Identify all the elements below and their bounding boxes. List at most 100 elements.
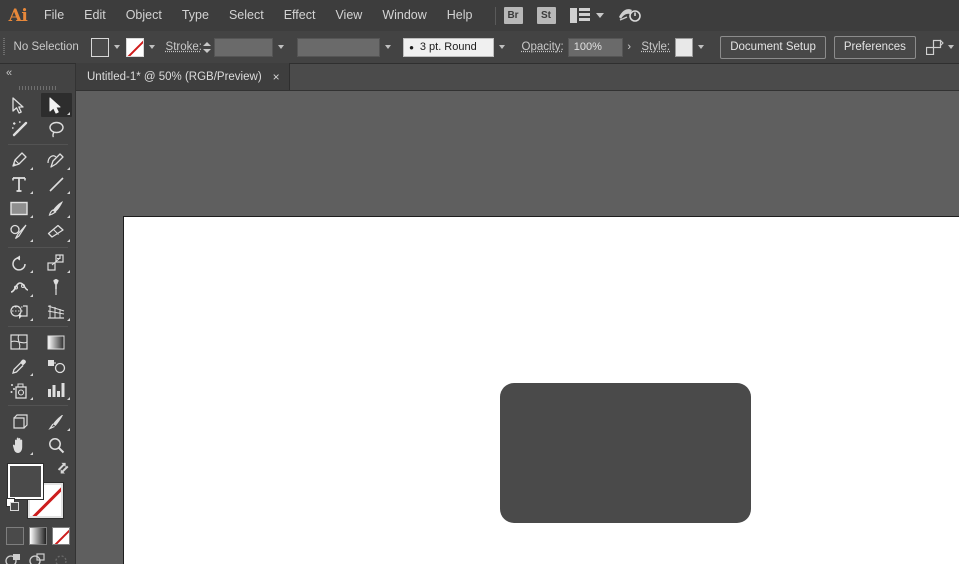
column-graph-tool[interactable] (41, 378, 72, 402)
tool-divider (0, 402, 75, 409)
symbol-sprayer-tool[interactable] (4, 378, 35, 402)
artboard[interactable] (123, 216, 959, 564)
menu-window[interactable]: Window (372, 0, 436, 31)
menu-select[interactable]: Select (219, 0, 274, 31)
tool-group-paint (0, 330, 75, 402)
eraser-tool[interactable] (41, 220, 72, 244)
brush-definition-field[interactable]: • 3 pt. Round (403, 37, 495, 57)
stroke-weight-dropdown[interactable] (273, 38, 288, 57)
slice-tool[interactable] (41, 409, 72, 433)
tool-group-indicator (66, 318, 70, 321)
curvature-tool[interactable] (41, 148, 72, 172)
menu-view[interactable]: View (325, 0, 372, 31)
stroke-profile-field[interactable] (296, 37, 381, 57)
illustrator-search-icon[interactable] (618, 6, 642, 26)
swap-fill-stroke-icon[interactable] (57, 462, 70, 480)
stroke-weight-field[interactable] (214, 37, 274, 57)
document-tab[interactable]: Untitled-1* @ 50% (RGB/Preview) × (76, 63, 290, 90)
tool-group-indicator (66, 215, 70, 218)
rectangle-tool[interactable] (4, 196, 35, 220)
control-bar-grip[interactable] (0, 31, 8, 64)
tool-group-indicator (66, 112, 70, 115)
paintbrush-tool[interactable] (41, 196, 72, 220)
double-chevron-left-icon[interactable]: « (6, 68, 12, 79)
shaper-tool[interactable] (4, 220, 35, 244)
zoom-tool[interactable] (41, 433, 72, 457)
pen-tool[interactable] (4, 148, 35, 172)
gradient-mode-button[interactable] (28, 527, 47, 545)
mesh-tool[interactable] (4, 330, 35, 354)
perspective-grid-tool[interactable] (41, 299, 72, 323)
tools-panel: « (0, 64, 76, 564)
color-mode-button[interactable] (5, 527, 24, 545)
tool-group-indicator (29, 167, 33, 170)
draw-behind-button[interactable] (28, 552, 48, 564)
menu-edit[interactable]: Edit (74, 0, 116, 31)
tool-group-indicator (29, 191, 33, 194)
fill-stroke-control (0, 461, 76, 523)
document-tab-bar: Untitled-1* @ 50% (RGB/Preview) × (76, 63, 959, 91)
tool-divider (0, 244, 75, 251)
free-transform-tool[interactable] (41, 275, 72, 299)
fill-color-indicator[interactable] (8, 464, 43, 499)
menu-type[interactable]: Type (172, 0, 219, 31)
tool-group-indicator (29, 452, 33, 455)
stroke-swatch-dropdown[interactable] (144, 38, 159, 57)
draw-mode-buttons (0, 552, 75, 564)
direct-selection-tool[interactable] (40, 93, 72, 117)
draw-inside-button[interactable] (52, 552, 72, 564)
gradient-tool[interactable] (41, 330, 72, 354)
selection-tool[interactable] (4, 93, 35, 117)
brush-definition-dropdown[interactable] (494, 38, 509, 57)
type-tool[interactable] (4, 172, 35, 196)
brush-definition-label: 3 pt. Round (419, 41, 477, 53)
menu-divider (494, 6, 496, 25)
opacity-field[interactable]: 100% (567, 37, 624, 57)
align-objects-icon[interactable] (925, 39, 944, 55)
canvas-area[interactable] (76, 91, 959, 564)
menu-object[interactable]: Object (116, 0, 172, 31)
stroke-color-swatch[interactable] (126, 37, 145, 57)
tool-group-indicator (29, 215, 33, 218)
stock-icon[interactable]: St (536, 7, 556, 24)
line-segment-tool[interactable] (41, 172, 72, 196)
graphic-style-swatch[interactable] (675, 37, 694, 57)
shape-builder-tool[interactable] (4, 299, 35, 323)
menu-effect[interactable]: Effect (274, 0, 326, 31)
opacity-more-button[interactable]: › (623, 38, 635, 57)
width-tool[interactable] (4, 275, 35, 299)
rounded-rectangle-shape[interactable] (500, 383, 751, 523)
tool-group-transform (0, 251, 75, 323)
stroke-weight-stepper[interactable] (202, 38, 212, 57)
menu-help[interactable]: Help (437, 0, 483, 31)
artboard-tool[interactable] (4, 409, 35, 433)
default-fill-stroke-icon[interactable] (6, 498, 20, 517)
color-mode-buttons (0, 527, 75, 545)
preferences-button[interactable]: Preferences (833, 35, 916, 59)
none-mode-button[interactable] (51, 527, 70, 545)
tools-panel-grip[interactable] (0, 83, 75, 93)
fill-color-swatch[interactable] (91, 37, 110, 57)
tool-group-indicator (29, 397, 33, 400)
control-bar: No Selection Stroke: • 3 pt. Round Opaci… (0, 31, 959, 64)
magic-wand-tool[interactable] (4, 117, 35, 141)
document-setup-button[interactable]: Document Setup (720, 35, 826, 59)
blend-tool[interactable] (41, 354, 72, 378)
draw-normal-button[interactable] (4, 552, 24, 564)
lasso-tool[interactable] (41, 117, 72, 141)
tool-divider (0, 323, 75, 330)
close-icon[interactable]: × (273, 71, 280, 83)
menu-file[interactable]: File (34, 0, 74, 31)
scale-tool[interactable] (41, 251, 72, 275)
hand-tool[interactable] (4, 433, 35, 457)
fill-swatch-dropdown[interactable] (109, 38, 124, 57)
graphic-style-dropdown[interactable] (693, 38, 708, 57)
chevron-down-icon[interactable] (595, 13, 604, 18)
stroke-profile-dropdown[interactable] (380, 38, 395, 57)
eyedropper-tool[interactable] (4, 354, 35, 378)
align-dropdown[interactable] (944, 38, 959, 57)
bridge-icon[interactable]: Br (503, 7, 523, 24)
brush-dot-icon: • (409, 39, 414, 55)
rotate-tool[interactable] (4, 251, 35, 275)
workspace-layout-icon[interactable] (569, 8, 590, 23)
